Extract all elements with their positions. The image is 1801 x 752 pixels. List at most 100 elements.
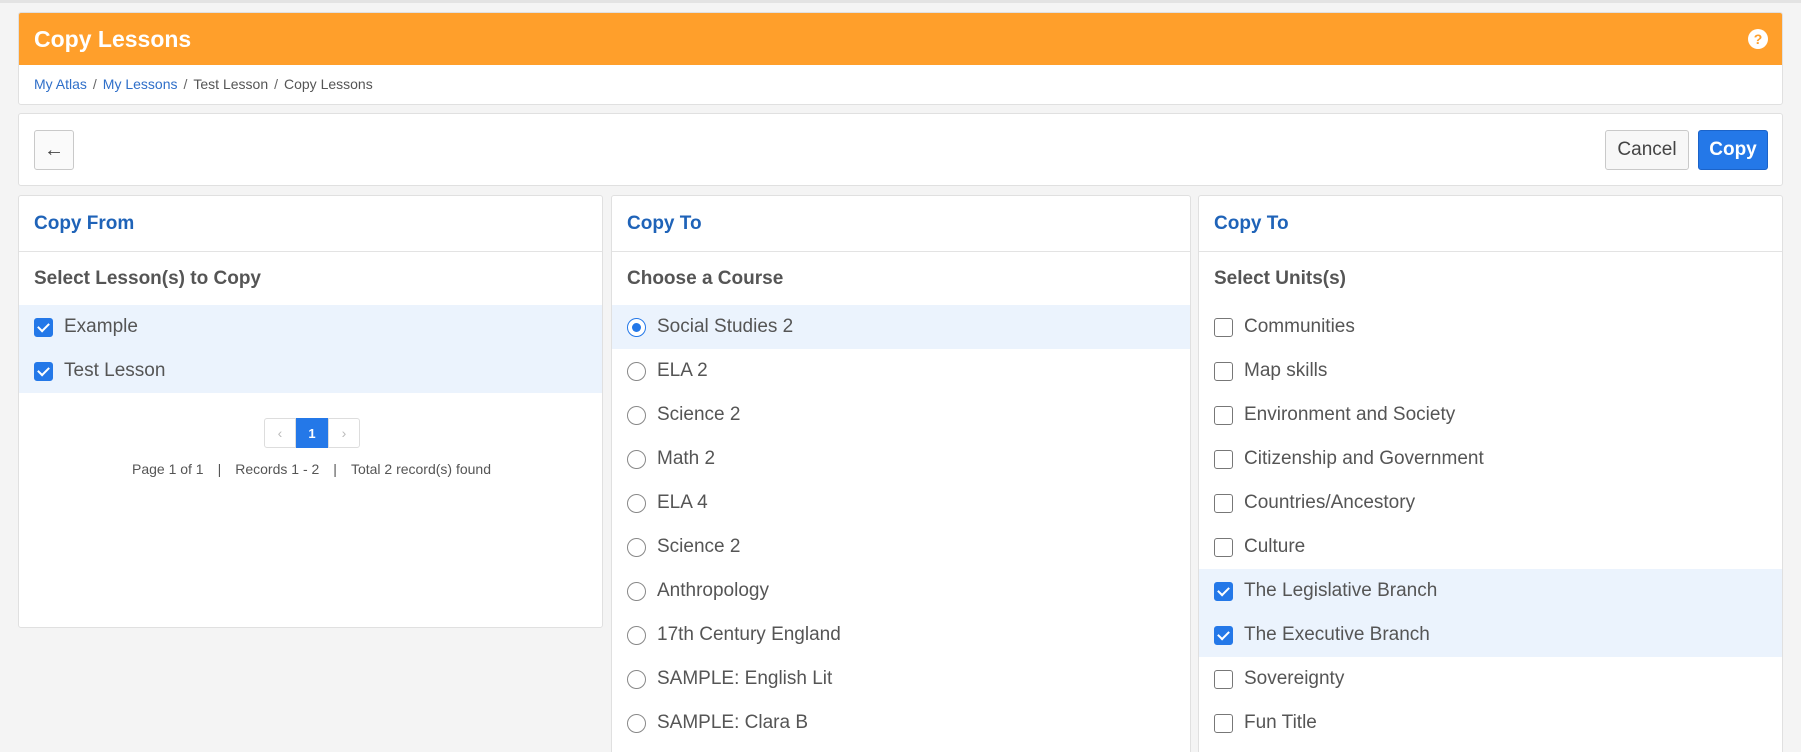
top-divider [0, 0, 1801, 3]
list-item[interactable]: The Legislative Branch [1199, 569, 1782, 613]
page-header: Copy Lessons ? My Atlas / My Lessons / T… [18, 12, 1783, 105]
list-item[interactable]: Science 2 [612, 393, 1190, 437]
breadcrumb-my-lessons[interactable]: My Lessons [103, 76, 178, 92]
unit-list: Communities Map skills Environment and Soc… [1199, 305, 1782, 745]
breadcrumb-separator: / [274, 76, 278, 92]
checkbox[interactable] [1214, 581, 1233, 601]
arrow-left-icon: ← [44, 138, 64, 161]
copy-from-panel: Copy From Select Lesson(s) to Copy Examp… [18, 195, 603, 628]
panel-subheading: Choose a Course [627, 267, 784, 289]
course-list: Social Studies 2 ELA 2 Science 2 Math 2 ELA … [612, 305, 1190, 745]
list-item-label: SAMPLE: Clara B [657, 712, 808, 733]
radio-button[interactable] [627, 317, 646, 337]
info-separator: | [217, 461, 222, 477]
panel-subheading: Select Lesson(s) to Copy [34, 267, 261, 289]
list-item[interactable]: Sovereignty [1199, 657, 1782, 701]
list-item-label: Culture [1244, 536, 1306, 557]
list-item-label: The Legislative Branch [1244, 580, 1438, 601]
list-item-label: Map skills [1244, 360, 1328, 381]
pagination-next-button[interactable]: › [328, 418, 360, 448]
list-item[interactable]: ELA 2 [612, 349, 1190, 393]
copy-button[interactable]: Copy [1698, 130, 1768, 170]
checkbox[interactable] [1214, 537, 1233, 557]
list-item[interactable]: Culture [1199, 525, 1782, 569]
list-item[interactable]: Citizenship and Government [1199, 437, 1782, 481]
list-item[interactable]: Environment and Society [1199, 393, 1782, 437]
breadcrumb-test-lesson: Test Lesson [193, 76, 269, 92]
copy-to-units-panel: Copy To Select Units(s) Communities Map s… [1198, 195, 1783, 752]
back-button[interactable]: ← [34, 130, 74, 170]
info-separator: | [333, 461, 337, 477]
checkbox[interactable] [1214, 669, 1233, 689]
list-item-label: Sovereignty [1244, 668, 1345, 689]
list-item-label: The Executive Branch [1244, 624, 1430, 645]
list-item[interactable]: Example [19, 305, 602, 349]
list-item-label: ELA 2 [657, 360, 708, 381]
list-item[interactable]: Fun Title [1199, 701, 1782, 745]
breadcrumb-current: Copy Lessons [284, 76, 373, 92]
pagination-page-button[interactable]: 1 [296, 418, 328, 448]
list-item[interactable]: The Executive Branch [1199, 613, 1782, 657]
title-bar: Copy Lessons ? [19, 13, 1782, 65]
breadcrumb-my-atlas[interactable]: My Atlas [34, 76, 87, 92]
radio-button[interactable] [627, 713, 646, 733]
radio-button[interactable] [627, 405, 646, 425]
checkbox[interactable] [1214, 713, 1233, 733]
list-item-label: ELA 4 [657, 492, 708, 513]
pagination: ‹ 1 › [264, 418, 360, 448]
total-info: Total 2 record(s) found [350, 461, 492, 477]
breadcrumb-separator: / [92, 76, 97, 92]
radio-button[interactable] [627, 581, 646, 601]
pagination-info: Page 1 of 1 | Records 1 - 2 | Total 2 record… [19, 461, 602, 477]
radio-button[interactable] [627, 669, 646, 689]
list-item[interactable]: Science 2 [612, 525, 1190, 569]
list-item[interactable]: Communities [1199, 305, 1782, 349]
pagination-prev-button[interactable]: ‹ [264, 418, 296, 448]
records-info: Records 1 - 2 [235, 461, 320, 477]
checkbox[interactable] [34, 317, 53, 337]
panel-heading: Copy To [612, 196, 1190, 252]
list-item[interactable]: SAMPLE: Clara B [612, 701, 1190, 745]
list-item-label: 17th Century England [657, 624, 841, 645]
action-toolbar: ← Cancel Copy [18, 113, 1783, 186]
radio-button[interactable] [627, 537, 646, 557]
list-item[interactable]: Countries/Ancestory [1199, 481, 1782, 525]
list-item-label: Communities [1244, 316, 1355, 337]
list-item-label: Countries/Ancestory [1244, 492, 1416, 513]
checkbox[interactable] [34, 361, 53, 381]
list-item[interactable]: 17th Century England [612, 613, 1190, 657]
list-item-label: Science 2 [657, 536, 741, 557]
checkbox[interactable] [1214, 493, 1233, 513]
radio-button[interactable] [627, 449, 646, 469]
list-item-label: Citizenship and Government [1244, 448, 1484, 469]
list-item-label: Test Lesson [64, 360, 166, 381]
list-item-label: Anthropology [657, 580, 769, 601]
question-circle-icon[interactable]: ? [1748, 29, 1768, 49]
breadcrumb: My Atlas / My Lessons / Test Lesson / Co… [19, 65, 1782, 103]
radio-button[interactable] [627, 625, 646, 645]
panel-heading: Copy From [19, 196, 602, 252]
list-item[interactable]: Social Studies 2 [612, 305, 1190, 349]
cancel-button[interactable]: Cancel [1605, 130, 1689, 170]
list-item[interactable]: SAMPLE: English Lit [612, 657, 1190, 701]
list-item-label: Math 2 [657, 448, 716, 469]
radio-button[interactable] [627, 493, 646, 513]
list-item-label: Fun Title [1244, 712, 1317, 733]
list-item-label: Science 2 [657, 404, 741, 425]
radio-button[interactable] [627, 361, 646, 381]
copy-to-course-panel: Copy To Choose a Course Social Studies 2… [611, 195, 1191, 752]
list-item-label: SAMPLE: English Lit [657, 668, 833, 689]
checkbox[interactable] [1214, 361, 1233, 381]
list-item[interactable]: Map skills [1199, 349, 1782, 393]
checkbox[interactable] [1214, 625, 1233, 645]
list-item[interactable]: ELA 4 [612, 481, 1190, 525]
checkbox[interactable] [1214, 405, 1233, 425]
panel-heading: Copy To [1199, 196, 1782, 252]
checkbox[interactable] [1214, 317, 1233, 337]
list-item[interactable]: Test Lesson [19, 349, 602, 393]
panel-subheading: Select Units(s) [1214, 267, 1346, 289]
list-item[interactable]: Anthropology [612, 569, 1190, 613]
page-info: Page 1 of 1 [131, 461, 204, 477]
checkbox[interactable] [1214, 449, 1233, 469]
list-item[interactable]: Math 2 [612, 437, 1190, 481]
